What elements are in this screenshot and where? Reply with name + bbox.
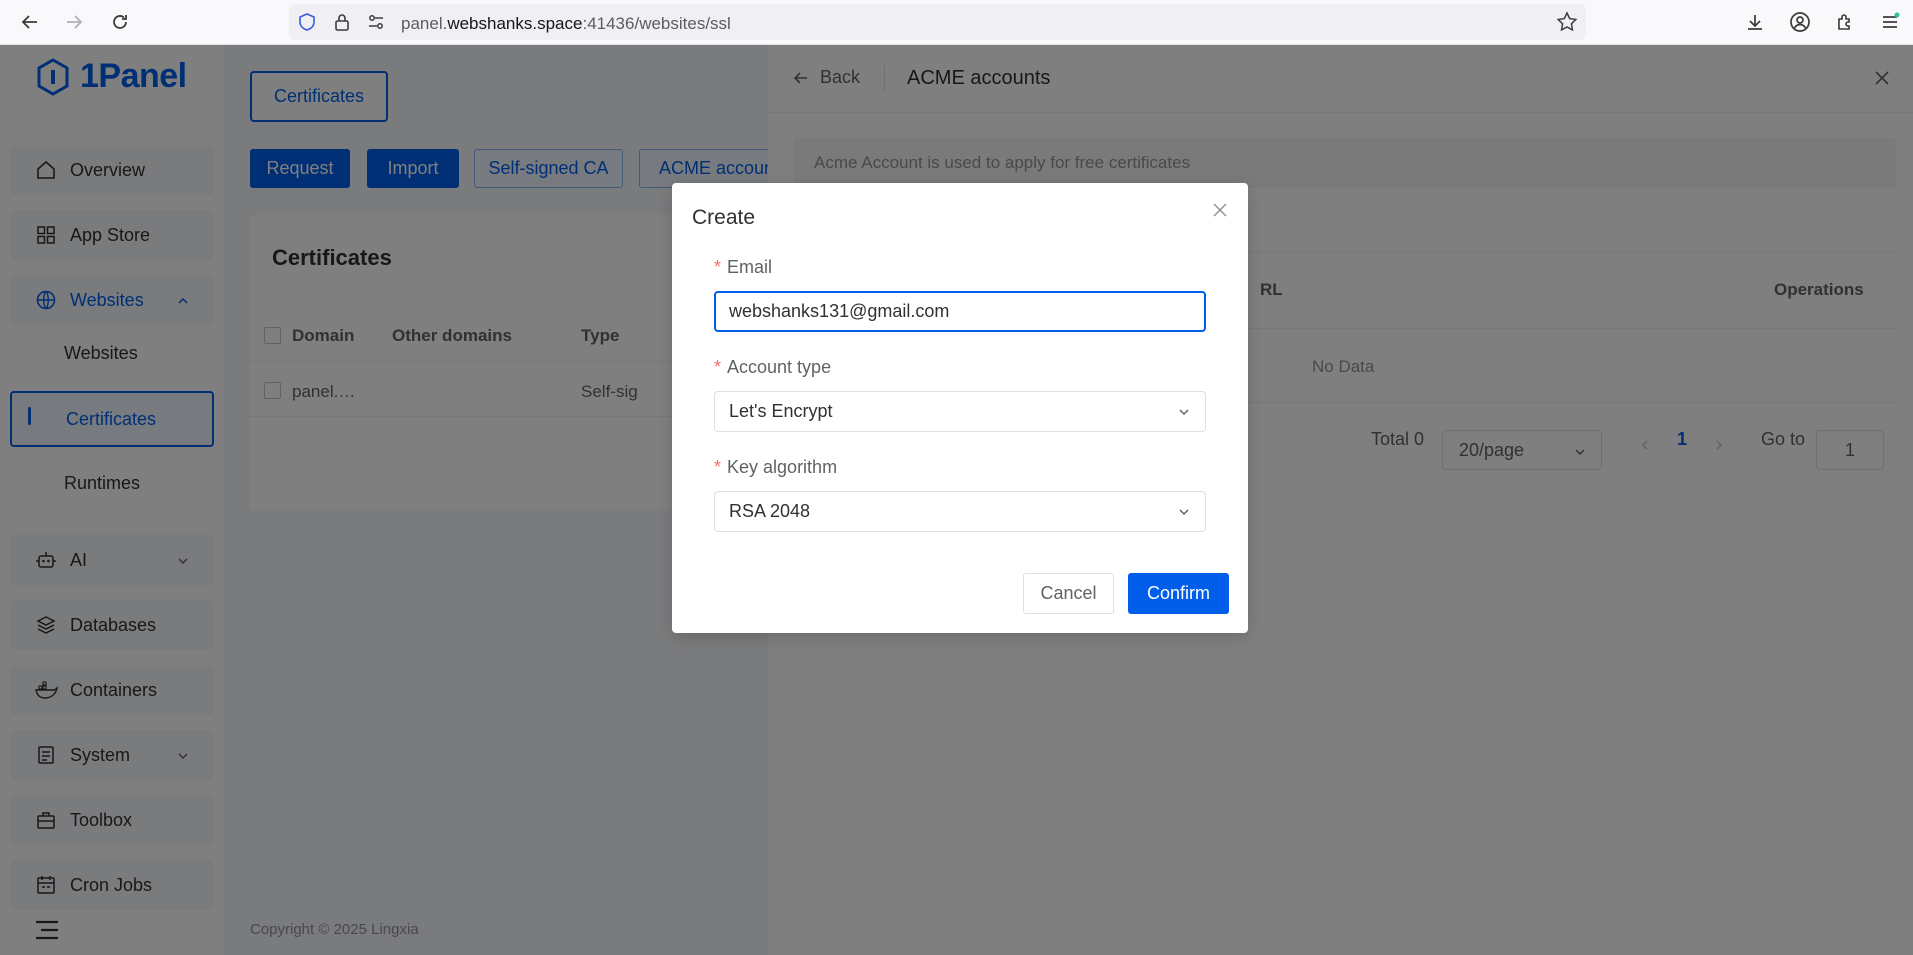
back-arrow-icon[interactable] (16, 8, 44, 36)
cancel-button[interactable]: Cancel (1023, 573, 1114, 614)
reload-icon[interactable] (106, 8, 134, 36)
confirm-button[interactable]: Confirm (1128, 573, 1229, 614)
key-algorithm-value: RSA 2048 (729, 501, 811, 521)
key-algorithm-label: * Key algorithm (714, 457, 838, 477)
site-settings-icon[interactable] (366, 12, 386, 37)
account-icon[interactable] (1786, 8, 1814, 36)
account-type-label: * Account type (714, 357, 832, 377)
email-value: webshanks131@gmail.com (729, 301, 950, 321)
download-icon[interactable] (1741, 8, 1769, 36)
dialog-title: Create (692, 206, 756, 229)
url-text: panel.webshanks.space:41436/websites/ssl (401, 14, 731, 33)
account-type-value: Let's Encrypt (729, 401, 833, 421)
close-icon[interactable] (1212, 202, 1228, 223)
create-dialog: Create * Email webshanks131@gmail.com * Ac… (672, 183, 1248, 633)
forward-arrow-icon[interactable] (60, 8, 88, 36)
address-bar[interactable]: panel.webshanks.space:41436/websites/ssl (289, 4, 1586, 40)
email-label: * Email (714, 257, 773, 277)
menu-icon[interactable] (1876, 8, 1904, 36)
browser-toolbar: panel.webshanks.space:41436/websites/ssl (0, 0, 1913, 45)
extensions-icon[interactable] (1831, 8, 1859, 36)
bookmark-star-icon[interactable] (1556, 11, 1578, 38)
shield-icon[interactable] (297, 12, 317, 37)
chevron-down-icon (1179, 409, 1189, 416)
account-type-select[interactable]: Let's Encrypt (714, 391, 1206, 432)
chevron-down-icon (1179, 509, 1189, 516)
key-algorithm-select[interactable]: RSA 2048 (714, 491, 1206, 532)
email-field[interactable]: webshanks131@gmail.com (714, 291, 1206, 332)
lock-icon[interactable] (332, 12, 352, 37)
